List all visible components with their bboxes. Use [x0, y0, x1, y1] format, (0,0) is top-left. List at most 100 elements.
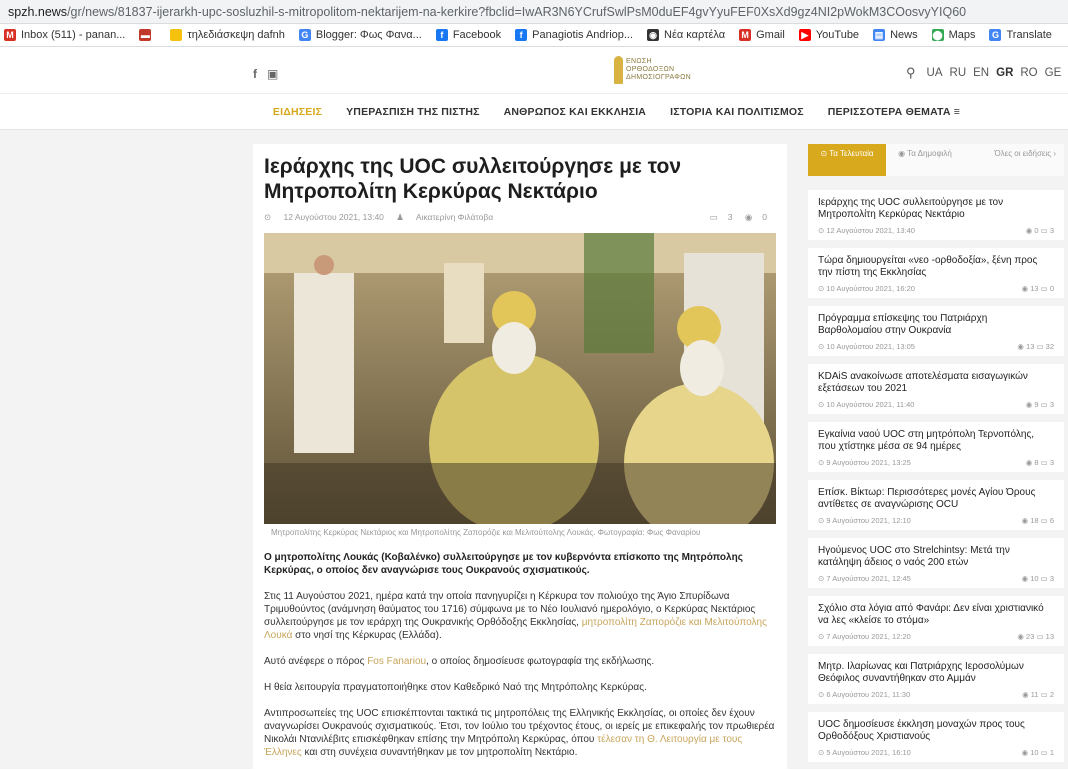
facebook-icon[interactable]: f [253, 67, 257, 81]
article-meta: ⊙ 12 Αυγούστου 2021, 13:40 ♟ Αικατερίνη … [264, 212, 777, 223]
news-date: 5 Αυγούστου 2021, 16:10 [826, 748, 911, 757]
news-meta: ⊙ 9 Αυγούστου 2021, 12:10 ◉ 18 ▭ 6 [818, 516, 1054, 525]
article-paragraph-1: Στις 11 Αυγούστου 2021, ημέρα κατά την ο… [264, 591, 767, 641]
news-views: 10 [1030, 748, 1039, 757]
news-title[interactable]: UOC δημοσίευσε έκκληση μοναχών προς τους… [818, 719, 1054, 743]
nav-item[interactable]: ΥΠΕΡΑΣΠΙΣΗ ΤΗΣ ΠΙΣΤΗΣ [346, 106, 480, 118]
bookmark-label: Blogger: Φως Φανα... [315, 29, 422, 41]
article-paragraph-2: Αυτό ανέφερε ο πόρος Fos Fanariou, ο οπο… [264, 656, 655, 667]
news-item[interactable]: Εγκαίνια ναού UOC στη μητρόπολη Τερνοπόλ… [808, 422, 1064, 472]
bookmark-item[interactable]: ▶ YouTube [798, 29, 859, 41]
views-icon: ◉ [1022, 690, 1031, 699]
news-title[interactable]: Επίσκ. Βίκτωρ: Περισσότερες μονές Αγίου … [818, 487, 1054, 511]
article-author[interactable]: Αικατερίνη Φιλάτοβα [416, 212, 493, 222]
bookmark-label: News [890, 29, 918, 41]
bookmark-item[interactable]: ◉ Νέα καρτέλα [647, 29, 725, 41]
nav-item[interactable]: ΑΝΘΡΩΠΟΣ ΚΑΙ ΕΚΚΛΗΣΙΑ [504, 106, 646, 118]
news-meta: ⊙ 7 Αυγούστου 2021, 12:20 ◉ 23 ▭ 13 [818, 632, 1054, 641]
news-comments: 0 [1049, 284, 1054, 293]
language-ro[interactable]: RO [1020, 67, 1037, 79]
article-title: Ιεράρχης της UOC συλλειτούργησε με τον Μ… [264, 155, 682, 203]
news-views: 10 [1030, 574, 1039, 583]
bookmark-item[interactable]: G Translate [989, 29, 1052, 41]
news-date: 12 Αυγούστου 2021, 13:40 [826, 226, 915, 235]
bookmark-item[interactable]: τηλεδιάσκεψη dafnh [170, 29, 285, 41]
news-title[interactable]: Πρόγραμμα επίσκεψης του Πατριάρχη Βαρθολ… [818, 313, 1054, 337]
news-title[interactable]: Τώρα δημιουργείται «νεο -ορθοδοξία», ξέν… [818, 255, 1054, 279]
news-comments: 13 [1045, 632, 1054, 641]
comment-count: 3 [727, 212, 733, 222]
news-title[interactable]: Σχόλιο στα λόγια από Φανάρι: Δεν είναι χ… [818, 603, 1054, 627]
tab-latest[interactable]: ⊙ Τα Τελευταία [808, 144, 886, 176]
news-title[interactable]: Ηγούμενος UOC στο Strelchintsy: Μετά την… [818, 545, 1054, 569]
news-comments: 32 [1045, 342, 1054, 351]
url-text[interactable]: spzh.news/gr/news/81837-ijerarkh-upc-sos… [8, 5, 966, 19]
language-gr[interactable]: GR [996, 67, 1013, 79]
bookmark-item[interactable]: M Inbox (511) - panan... [4, 29, 125, 41]
news-date: 9 Αυγούστου 2021, 12:10 [826, 516, 911, 525]
bookmark-label: Νέα καρτέλα [664, 29, 726, 41]
nav-item[interactable]: ΠΕΡΙΣΣΟΤΕΡΑ ΘΕΜΑΤΑ ≡ [828, 106, 960, 118]
news-meta: ⊙ 9 Αυγούστου 2021, 13:25 ◉ 8 ▭ 3 [818, 458, 1054, 467]
bookmark-item[interactable]: ▬ [139, 29, 156, 41]
news-title[interactable]: Ιεράρχης της UOC συλλειτούργησε με τον Μ… [818, 197, 1054, 221]
logo-mark [614, 56, 624, 84]
article-date: 12 Αυγούστου 2021, 13:40 [283, 212, 384, 222]
nav-item[interactable]: ΙΣΤΟΡΙΑ ΚΑΙ ΠΟΛΙΤΙΣΜΟΣ [670, 106, 804, 118]
bookmark-item[interactable]: G Blogger: Φως Φανα... [298, 29, 422, 41]
news-item[interactable]: UOC δημοσίευσε έκκληση μοναχών προς τους… [808, 712, 1064, 762]
views-icon: ◉ [1021, 516, 1031, 525]
bookmark-item[interactable]: ▤ News [873, 29, 918, 41]
news-item[interactable]: Τώρα δημιουργείται «νεο -ορθοδοξία», ξέν… [808, 248, 1064, 298]
bookmark-item[interactable]: f Facebook [435, 29, 501, 41]
language-ge[interactable]: GE [1045, 67, 1062, 79]
news-item[interactable]: KDAiS ανακοίνωσε αποτελέσματα εισαγωγικώ… [808, 364, 1064, 414]
news-item[interactable]: Ιεράρχης της UOC συλλειτούργησε με τον Μ… [808, 190, 1064, 240]
news-item[interactable]: Πρόγραμμα επίσκεψης του Πατριάρχη Βαρθολ… [808, 306, 1064, 356]
site-logo[interactable]: ΕΝΩΣΗ ΟΡΘΟΔΟΞΩΝ ΔΗΜΟΣΙΟΓΡΑΦΩΝ [614, 55, 698, 85]
search-icon[interactable]: ⚲ [906, 65, 916, 81]
bookmark-item[interactable]: ⬤ Maps [931, 29, 975, 41]
views-icon: ◉ [1021, 284, 1031, 293]
news-item[interactable]: Μητρ. Ιλαρίωνας και Πατριάρχης Ιεροσολύμ… [808, 654, 1064, 704]
user-icon: ♟ [396, 212, 404, 222]
views-icon: ◉ [1021, 748, 1031, 757]
site-header: f ▣ ΕΝΩΣΗ ΟΡΘΟΔΟΞΩΝ ΔΗΜΟΣΙΟΓΡΑΦΩΝ ⚲ UA RU… [0, 47, 1068, 94]
main-nav: ΕΙΔΗΣΕΙΣ ΥΠΕΡΑΣΠΙΣΗ ΤΗΣ ΠΙΣΤΗΣ ΑΝΘΡΩΠΟΣ ΚΑ… [0, 94, 1068, 130]
news-title[interactable]: Μητρ. Ιλαρίωνας και Πατριάρχης Ιεροσολύμ… [818, 661, 1054, 685]
language-ua[interactable]: UA [927, 67, 943, 79]
clock-icon: ⊙ [264, 212, 272, 222]
news-comments: 3 [1049, 226, 1054, 235]
news-title[interactable]: KDAiS ανακοίνωσε αποτελέσματα εισαγωγικώ… [818, 371, 1054, 395]
news-date: 10 Αυγούστου 2021, 13:05 [826, 342, 915, 351]
bookmark-item[interactable]: M Gmail [739, 29, 785, 41]
address-bar[interactable]: spzh.news/gr/news/81837-ijerarkh-upc-sos… [0, 0, 1068, 24]
comments-icon: ▭ [1038, 284, 1050, 293]
article-paragraph-4: Αντιπροσωπείες της UOC επισκέπτονται τακ… [264, 708, 775, 758]
comments-icon: ▭ [1038, 458, 1050, 467]
all-news-link[interactable]: Όλες οι ειδήσεις › [964, 144, 1064, 176]
views-icon: ◉ [1017, 342, 1027, 351]
language-ru[interactable]: RU [950, 67, 967, 79]
news-comments: 6 [1049, 516, 1054, 525]
nav-item[interactable]: ΕΙΔΗΣΕΙΣ [273, 106, 322, 118]
news-meta: ⊙ 7 Αυγούστου 2021, 12:45 ◉ 10 ▭ 3 [818, 574, 1054, 583]
bookmark-item[interactable]: f Panagiotis Andriop... [515, 29, 633, 41]
news-icon: ▤ [873, 29, 886, 41]
tab-popular[interactable]: ◉ Τα Δημοφιλή [886, 144, 964, 176]
comments-icon: ▭ [1038, 400, 1050, 409]
news-comments: 3 [1049, 400, 1054, 409]
youtube-icon[interactable]: ▣ [267, 67, 278, 81]
source-link[interactable]: Fos Fanariou [367, 656, 426, 667]
news-item[interactable]: Ηγούμενος UOC στο Strelchintsy: Μετά την… [808, 538, 1064, 588]
sidebar-tabs: ⊙ Τα Τελευταία ◉ Τα Δημοφιλή Όλες οι ειδ… [808, 144, 1064, 176]
comments-icon: ▭ [1038, 516, 1050, 525]
news-views: 11 [1030, 690, 1039, 699]
facebook-icon: f [515, 29, 528, 41]
news-item[interactable]: Σχόλιο στα λόγια από Φανάρι: Δεν είναι χ… [808, 596, 1064, 646]
news-title[interactable]: Εγκαίνια ναού UOC στη μητρόπολη Τερνοπόλ… [818, 429, 1054, 453]
language-en[interactable]: EN [973, 67, 989, 79]
comments-icon: ▭ [1034, 632, 1046, 641]
news-item[interactable]: Επίσκ. Βίκτωρ: Περισσότερες μονές Αγίου … [808, 480, 1064, 530]
photo-illustration [264, 233, 776, 524]
